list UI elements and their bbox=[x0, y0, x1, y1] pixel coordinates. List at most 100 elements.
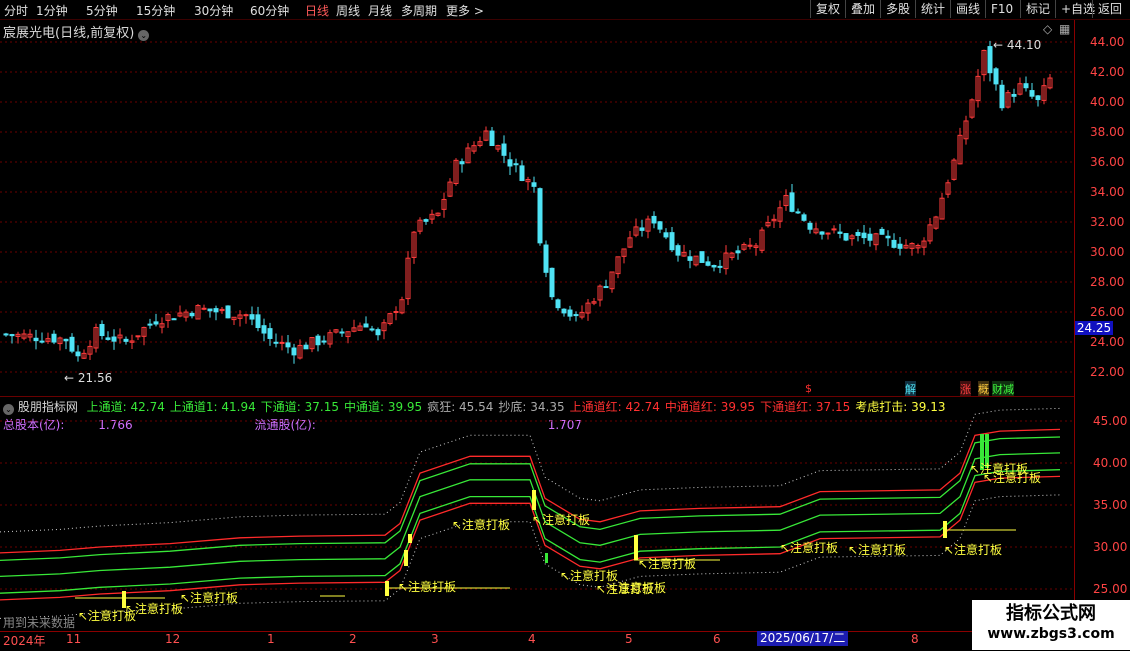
signal-label: ↖注意打板 bbox=[944, 542, 1002, 557]
candle-body bbox=[801, 214, 807, 221]
candle-body bbox=[363, 323, 369, 328]
candle-body bbox=[1023, 83, 1029, 89]
signal-label: ↖注意打板 bbox=[983, 470, 1041, 485]
statistics-button[interactable]: 统计 bbox=[915, 0, 950, 18]
indicator-tick: 35.00 bbox=[1093, 498, 1128, 512]
period-tab-weekly[interactable]: 周线 bbox=[336, 2, 360, 19]
signal-label: ↖注意打板 bbox=[638, 556, 696, 571]
candle-body bbox=[735, 250, 741, 254]
current-price-tag: 24.25 bbox=[1075, 321, 1113, 335]
candle-body bbox=[63, 338, 69, 342]
period-tab-monthly[interactable]: 月线 bbox=[368, 2, 392, 19]
candle-body bbox=[519, 165, 525, 182]
period-tab-1min[interactable]: 1分钟 bbox=[36, 2, 68, 19]
price-tick: 40.00 bbox=[1090, 95, 1125, 109]
candle-body bbox=[789, 192, 795, 212]
candle-body bbox=[855, 232, 861, 236]
candle-body bbox=[339, 331, 345, 334]
candle-body bbox=[369, 328, 375, 331]
candle-body bbox=[993, 68, 999, 85]
candle-body bbox=[321, 340, 327, 343]
period-tab-5min[interactable]: 5分钟 bbox=[86, 2, 118, 19]
event-marker-rise[interactable]: 涨 bbox=[960, 381, 971, 397]
f10-button[interactable]: F10 bbox=[985, 0, 1018, 18]
period-tab-daily[interactable]: 日线 bbox=[305, 2, 329, 19]
lower-channel-red bbox=[0, 475, 1061, 601]
candle-body bbox=[573, 314, 579, 317]
event-marker-finance[interactable]: 财减 bbox=[992, 381, 1014, 397]
event-marker-unlock[interactable]: 解 bbox=[905, 381, 916, 397]
candle-body bbox=[261, 325, 267, 334]
candle-body bbox=[513, 163, 519, 166]
signal-label: ↖注意打板 bbox=[608, 580, 666, 595]
candle-body bbox=[1029, 90, 1035, 97]
candle-body bbox=[105, 337, 111, 340]
date-month: 1 bbox=[267, 632, 275, 646]
date-month: 12 bbox=[165, 632, 181, 646]
candle-body bbox=[999, 84, 1005, 109]
signal-bar bbox=[545, 553, 548, 563]
period-tab-30min[interactable]: 30分钟 bbox=[194, 2, 233, 19]
watermark-title: 指标公式网 bbox=[1006, 603, 1096, 624]
channel-indicator-chart[interactable]: ↖注意打板↖注意打板↖注意打板↖注意打板↖注意打板 ↖注意打板↖注意打板↖注意打板… bbox=[0, 398, 1074, 631]
event-marker[interactable]: $ bbox=[805, 382, 812, 395]
candle-body bbox=[1011, 93, 1017, 97]
candle-body bbox=[123, 338, 129, 342]
future-data-notice: 用到未来数据 bbox=[3, 616, 76, 630]
price-tick: 38.00 bbox=[1090, 125, 1125, 139]
candle-body bbox=[153, 321, 159, 325]
price-tick: 32.00 bbox=[1090, 215, 1125, 229]
restore-rights-button[interactable]: 复权 bbox=[810, 0, 845, 18]
candle-body bbox=[507, 159, 513, 167]
candle-body bbox=[717, 265, 723, 268]
mark-button[interactable]: 标记 bbox=[1020, 0, 1055, 18]
date-month: 5 bbox=[625, 632, 633, 646]
candle-body bbox=[651, 215, 657, 224]
watermark-logo: 指标公式网 www.zbgs3.com bbox=[972, 600, 1130, 650]
candle-body bbox=[687, 256, 693, 261]
upper-channel-green bbox=[0, 436, 1061, 562]
indicator-tick: 45.00 bbox=[1093, 414, 1128, 428]
period-tab-60min[interactable]: 60分钟 bbox=[250, 2, 289, 19]
candle-body bbox=[375, 329, 381, 336]
event-marker-concept[interactable]: 概 bbox=[978, 381, 989, 397]
candle-body bbox=[699, 251, 705, 263]
indicator-tick: 30.00 bbox=[1093, 540, 1128, 554]
indicator-tick: 25.00 bbox=[1093, 582, 1128, 596]
candle-body bbox=[171, 318, 177, 321]
period-tab-more[interactable]: 更多 > bbox=[446, 2, 484, 19]
upper-channel-red bbox=[0, 428, 1061, 554]
candle-body bbox=[285, 342, 291, 348]
price-tick: 24.00 bbox=[1090, 335, 1125, 349]
candle-body bbox=[879, 228, 885, 235]
multi-stock-button[interactable]: 多股 bbox=[880, 0, 915, 18]
price-tick: 44.00 bbox=[1090, 35, 1125, 49]
pane-divider[interactable] bbox=[0, 396, 1074, 397]
period-tab-minute[interactable]: 分时 bbox=[4, 2, 28, 19]
period-toolbar: 分时 1分钟 5分钟 15分钟 30分钟 60分钟 日线 周线 月线 多周期 更… bbox=[0, 0, 1130, 20]
candle-body bbox=[3, 333, 9, 336]
candle-body bbox=[891, 239, 897, 248]
candle-body bbox=[561, 308, 567, 314]
back-button[interactable]: 返回 bbox=[1092, 0, 1127, 18]
candle-body bbox=[885, 235, 891, 239]
period-tab-15min[interactable]: 15分钟 bbox=[136, 2, 175, 19]
candle-body bbox=[147, 323, 153, 326]
candle-body bbox=[819, 231, 825, 235]
candle-body bbox=[837, 231, 843, 234]
candle-body bbox=[831, 228, 837, 231]
candlestick-chart[interactable]: ← 44.10 ← 21.56 bbox=[0, 20, 1074, 396]
high-price-label: ← 44.10 bbox=[993, 38, 1041, 52]
candle-body bbox=[567, 309, 573, 317]
candle-body bbox=[531, 182, 537, 187]
candle-body bbox=[501, 143, 507, 156]
candle-body bbox=[663, 232, 669, 238]
candle-body bbox=[213, 308, 219, 313]
candle-body bbox=[225, 305, 231, 319]
period-tab-multi[interactable]: 多周期 bbox=[401, 2, 437, 19]
overlay-button[interactable]: 叠加 bbox=[845, 0, 880, 18]
low-price-label: ← 21.56 bbox=[64, 371, 112, 385]
candle-body bbox=[279, 341, 285, 344]
candle-body bbox=[897, 243, 903, 249]
draw-line-button[interactable]: 画线 bbox=[950, 0, 985, 18]
